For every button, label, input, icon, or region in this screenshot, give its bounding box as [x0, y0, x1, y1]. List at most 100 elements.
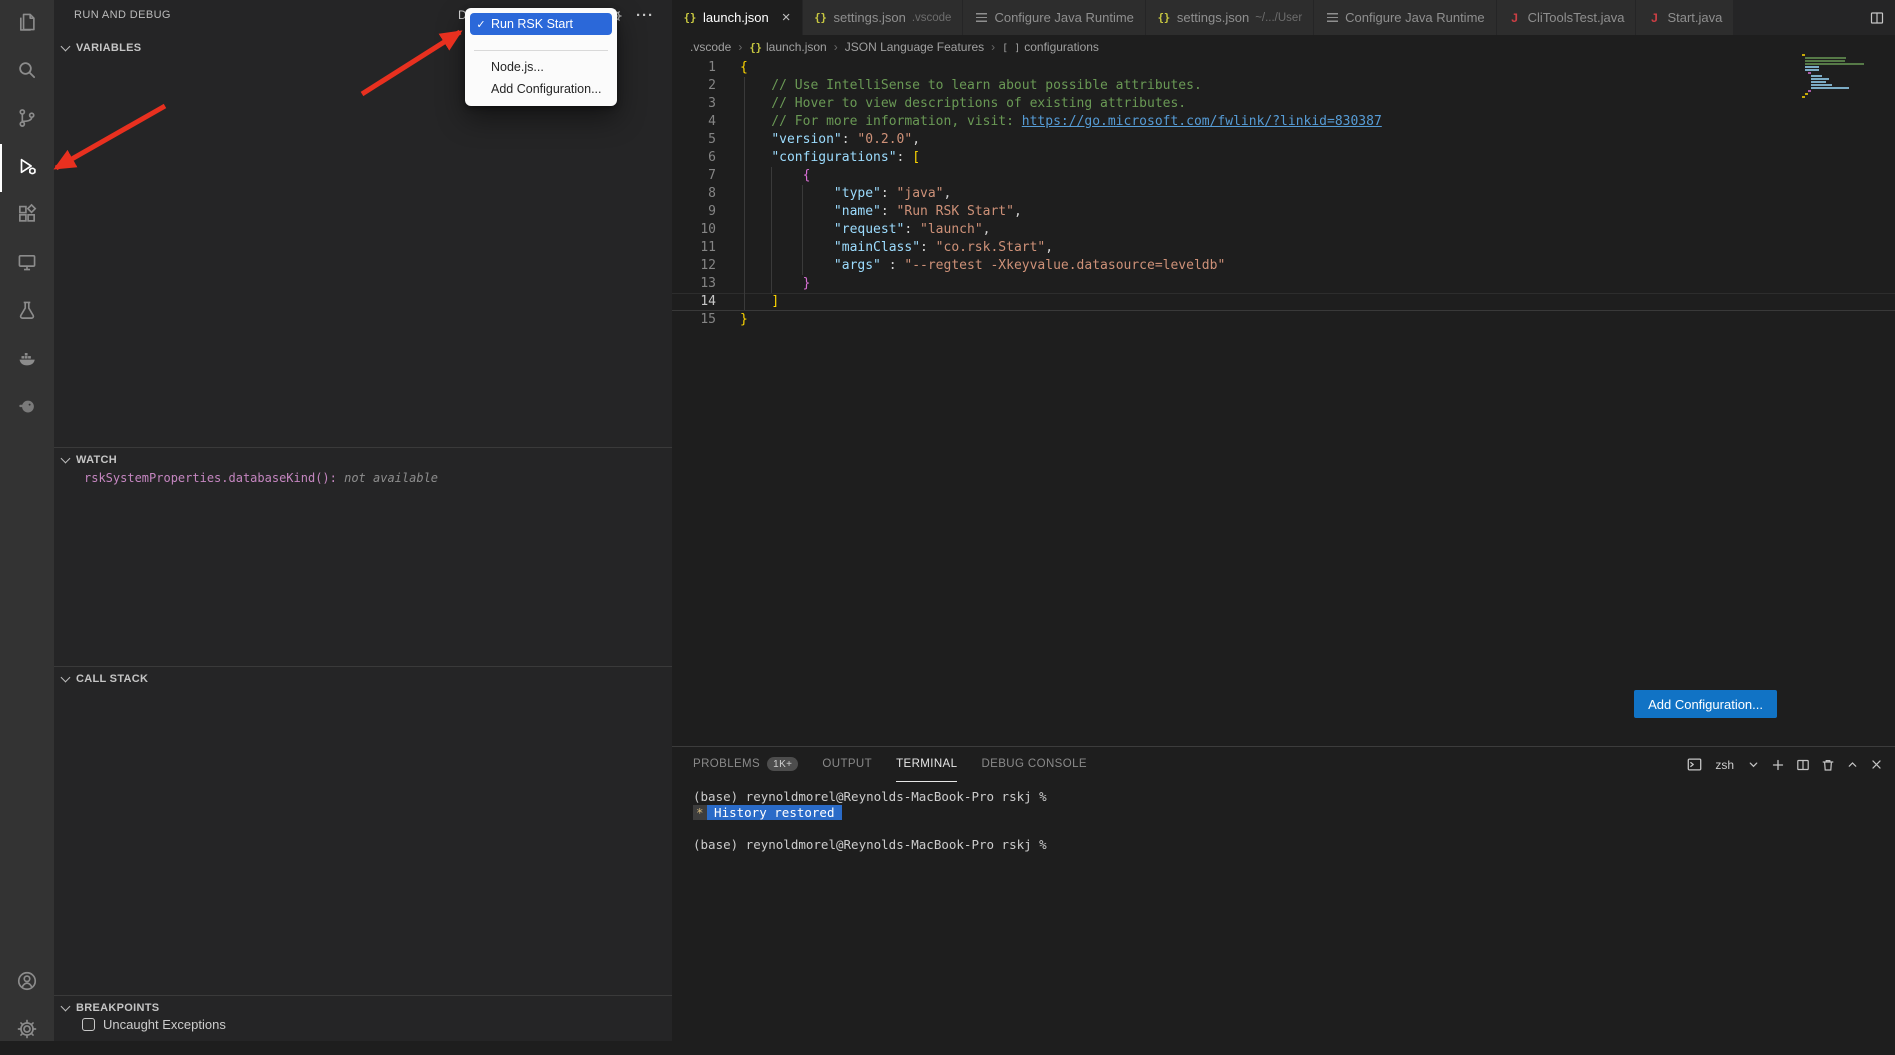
code-editor[interactable]: 1{2 // Use IntelliSense to learn about p…	[672, 59, 1895, 746]
code-line-2[interactable]: 2 // Use IntelliSense to learn about pos…	[672, 77, 1895, 95]
close-icon[interactable]: ×	[782, 12, 791, 24]
tab-launch-json[interactable]: launch.json×	[672, 0, 803, 35]
search-view-button[interactable]	[0, 48, 54, 96]
sidebar-title: RUN AND DEBUG	[74, 9, 171, 21]
line-number[interactable]: 4	[672, 113, 716, 131]
split-terminal-icon[interactable]	[1796, 758, 1810, 772]
settings-gear-icon	[16, 1018, 38, 1045]
line-number[interactable]: 14	[672, 293, 716, 311]
code-text: "mainClass": "co.rsk.Start",	[716, 239, 1053, 257]
line-number[interactable]: 9	[672, 203, 716, 221]
breadcrumb-item-vscode[interactable]: .vscode	[690, 40, 731, 54]
code-token	[740, 240, 834, 255]
close-panel-icon[interactable]	[1870, 758, 1883, 771]
code-text: "request": "launch",	[716, 221, 990, 239]
source-control-view-button[interactable]	[0, 96, 54, 144]
code-line-12[interactable]: 12 "args" : "--regtest -Xkeyvalue.dataso…	[672, 257, 1895, 275]
explorer-view-button[interactable]	[0, 0, 54, 48]
watch-section-header[interactable]: WATCH	[54, 447, 672, 471]
line-number[interactable]: 6	[672, 149, 716, 167]
code-line-5[interactable]: 5 "version": "0.2.0",	[672, 131, 1895, 149]
tab-settings-json[interactable]: settings.json~/.../User	[1146, 0, 1314, 35]
tab-label: Configure Java Runtime	[994, 10, 1133, 25]
menu-item-add-configuration[interactable]: Add Configuration...	[470, 78, 612, 100]
docker-view-button[interactable]	[0, 336, 54, 384]
line-number[interactable]: 10	[672, 221, 716, 239]
menu-item-run-rsk-start[interactable]: ✓Run RSK Start	[470, 13, 612, 35]
remote-explorer-view-button[interactable]	[0, 240, 54, 288]
code-token: "type"	[834, 186, 881, 201]
extensions-view-button[interactable]	[0, 192, 54, 240]
breakpoints-section-header[interactable]: BREAKPOINTS	[54, 995, 672, 1019]
code-line-4[interactable]: 4 // For more information, visit: https:…	[672, 113, 1895, 131]
shell-label[interactable]: zsh	[1715, 758, 1734, 772]
terminal-output[interactable]: (base) reynoldmorel@Reynolds-MacBook-Pro…	[693, 789, 1885, 853]
minimap-bar	[1811, 75, 1822, 77]
breadcrumb-item-json-language-features[interactable]: JSON Language Features	[845, 40, 984, 54]
line-number[interactable]: 1	[672, 59, 716, 77]
code-token: "Run RSK Start"	[897, 204, 1014, 219]
gradle-view-button[interactable]	[0, 384, 54, 432]
line-number[interactable]: 11	[672, 239, 716, 257]
maximize-panel-chevron-up-icon[interactable]	[1846, 758, 1859, 771]
minimap-bar	[1805, 66, 1819, 68]
breakpoint-row-uncaught-exceptions[interactable]: Uncaught Exceptions	[82, 1017, 226, 1032]
line-number[interactable]: 2	[672, 77, 716, 95]
code-token: // Hover to view descriptions of existin…	[740, 96, 1186, 111]
code-line-6[interactable]: 6 "configurations": [	[672, 149, 1895, 167]
code-line-10[interactable]: 10 "request": "launch",	[672, 221, 1895, 239]
vscode-window: RUN AND DEBUG D ··· VARIABLES WATCH rskS…	[0, 0, 1895, 1041]
line-number[interactable]: 5	[672, 131, 716, 149]
minimap[interactable]	[1802, 54, 1868, 106]
line-number[interactable]: 7	[672, 167, 716, 185]
code-line-1[interactable]: 1{	[672, 59, 1895, 77]
accounts-button[interactable]	[0, 959, 54, 1007]
code-line-9[interactable]: 9 "name": "Run RSK Start",	[672, 203, 1895, 221]
minimap-line	[1802, 84, 1868, 86]
split-editor-icon[interactable]	[1869, 10, 1885, 26]
panel-tab-output[interactable]: OUTPUT	[822, 747, 872, 782]
breadcrumb-item-launch-json[interactable]: launch.json	[749, 40, 826, 54]
panel-tab-problems[interactable]: PROBLEMS1K+	[693, 747, 798, 782]
line-number[interactable]: 12	[672, 257, 716, 275]
line-number[interactable]: 3	[672, 95, 716, 113]
test-explorer-view-button[interactable]	[0, 288, 54, 336]
line-number[interactable]: 15	[672, 311, 716, 329]
tab-start-java[interactable]: Start.java	[1636, 0, 1734, 35]
minimap-line	[1802, 63, 1868, 65]
manage-button[interactable]	[0, 1007, 54, 1055]
kill-terminal-trash-icon[interactable]	[1821, 758, 1835, 772]
tab-clitoolstest-java[interactable]: CliToolsTest.java	[1497, 0, 1637, 35]
chevron-down-icon[interactable]	[1747, 758, 1760, 771]
code-line-7[interactable]: 7 {	[672, 167, 1895, 185]
code-line-8[interactable]: 8 "type": "java",	[672, 185, 1895, 203]
watch-expression-row[interactable]: rskSystemProperties.databaseKind(): not …	[84, 471, 438, 485]
code-line-14[interactable]: 14 ]	[672, 293, 1895, 311]
tab-settings-json[interactable]: settings.json.vscode	[803, 0, 964, 35]
views-and-more-actions-icon[interactable]: ···	[636, 11, 654, 21]
minimap-bar	[1811, 78, 1829, 80]
code-line-3[interactable]: 3 // Hover to view descriptions of exist…	[672, 95, 1895, 113]
panel-tab-label: PROBLEMS	[693, 758, 760, 770]
panel-controls: zsh	[1687, 747, 1883, 782]
call-stack-section-header[interactable]: CALL STACK	[54, 666, 672, 690]
run-and-debug-view-button[interactable]	[0, 144, 54, 192]
watch-expression: rskSystemProperties.databaseKind():	[84, 471, 337, 485]
tab-configure-java-runtime[interactable]: Configure Java Runtime	[963, 0, 1145, 35]
code-line-11[interactable]: 11 "mainClass": "co.rsk.Start",	[672, 239, 1895, 257]
add-configuration-button[interactable]: Add Configuration...	[1634, 690, 1777, 718]
files-icon	[16, 11, 38, 38]
panel-tab-debug-console[interactable]: DEBUG CONSOLE	[981, 747, 1087, 782]
menu-item-node-js[interactable]: Node.js...	[470, 56, 612, 78]
new-terminal-plus-icon[interactable]	[1771, 758, 1785, 772]
tab-configure-java-runtime[interactable]: Configure Java Runtime	[1314, 0, 1496, 35]
code-line-15[interactable]: 15}	[672, 311, 1895, 329]
panel-tab-terminal[interactable]: TERMINAL	[896, 747, 957, 782]
line-number[interactable]: 8	[672, 185, 716, 203]
line-number[interactable]: 13	[672, 275, 716, 293]
chevron-down-icon	[61, 42, 71, 52]
uncaught-exceptions-checkbox[interactable]	[82, 1018, 95, 1031]
breadcrumb-item-configurations[interactable]: configurations	[1002, 40, 1099, 54]
minimap-line	[1802, 54, 1868, 56]
code-line-13[interactable]: 13 }	[672, 275, 1895, 293]
